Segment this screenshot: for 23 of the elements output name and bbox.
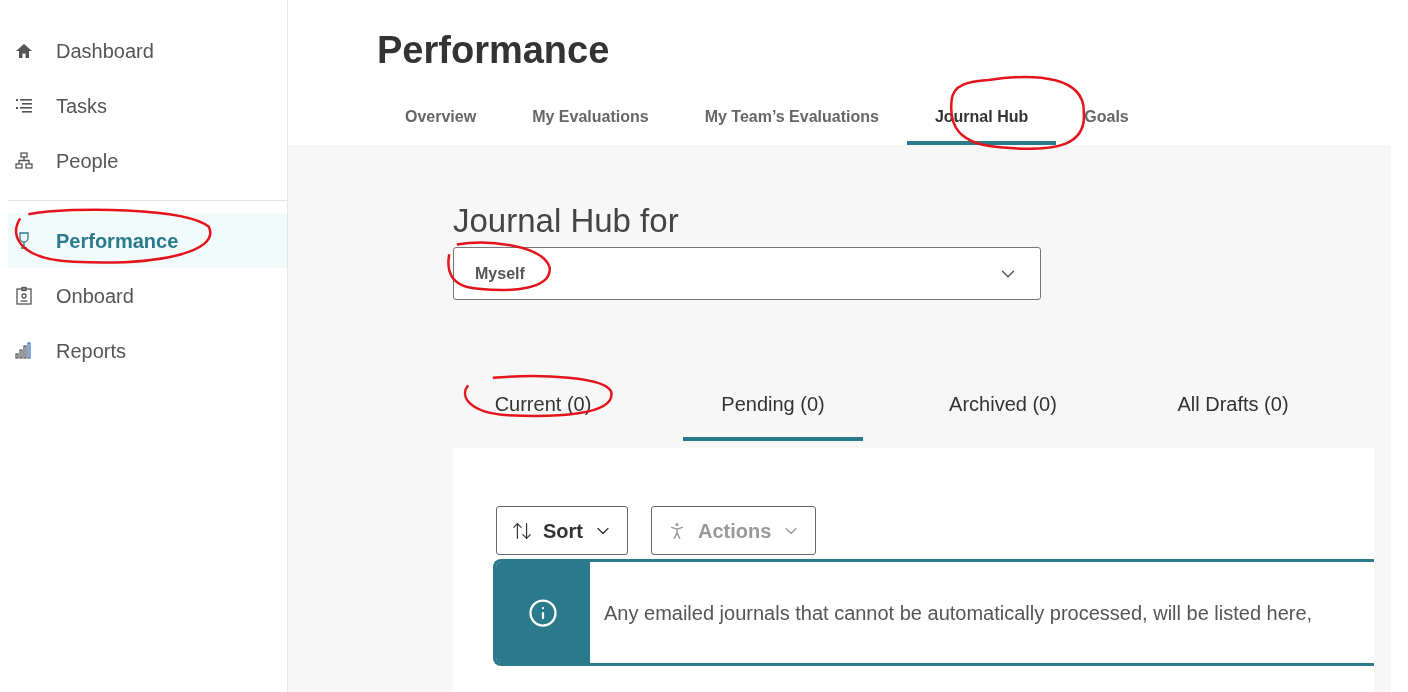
sidebar-item[interactable]: People: [8, 133, 287, 188]
sidebar-item[interactable]: Dashboard: [8, 23, 287, 78]
info-icon: [528, 597, 558, 628]
id-badge-icon: [14, 285, 34, 306]
hierarchy-icon: [14, 150, 34, 171]
tab[interactable]: Overview: [377, 93, 505, 145]
tab[interactable]: My Evaluations: [504, 93, 677, 145]
tab[interactable]: All Drafts (0): [1143, 370, 1323, 441]
tab[interactable]: Archived (0): [913, 370, 1093, 441]
tab[interactable]: Pending (0): [683, 370, 863, 441]
bar-chart-icon: [14, 340, 34, 361]
tab[interactable]: Current (0): [453, 370, 633, 441]
sidebar-item[interactable]: Reports: [8, 323, 287, 378]
section-title: Journal Hub for: [453, 201, 680, 241]
sort-dropdown[interactable]: Sort: [496, 506, 628, 555]
tab[interactable]: My Team’s Evaluations: [676, 93, 907, 145]
person-dropdown[interactable]: Myself: [453, 247, 1041, 300]
page-title: Performance: [377, 28, 611, 73]
tab[interactable]: Goals: [1056, 93, 1157, 145]
sidebar-item[interactable]: Tasks: [8, 78, 287, 133]
info-message: Any emailed journals that cannot be automatically processed, will be listed here,: [604, 600, 1313, 626]
sidebar-item[interactable]: Performance: [8, 213, 287, 268]
sidebar-item[interactable]: Onboard: [8, 268, 287, 323]
